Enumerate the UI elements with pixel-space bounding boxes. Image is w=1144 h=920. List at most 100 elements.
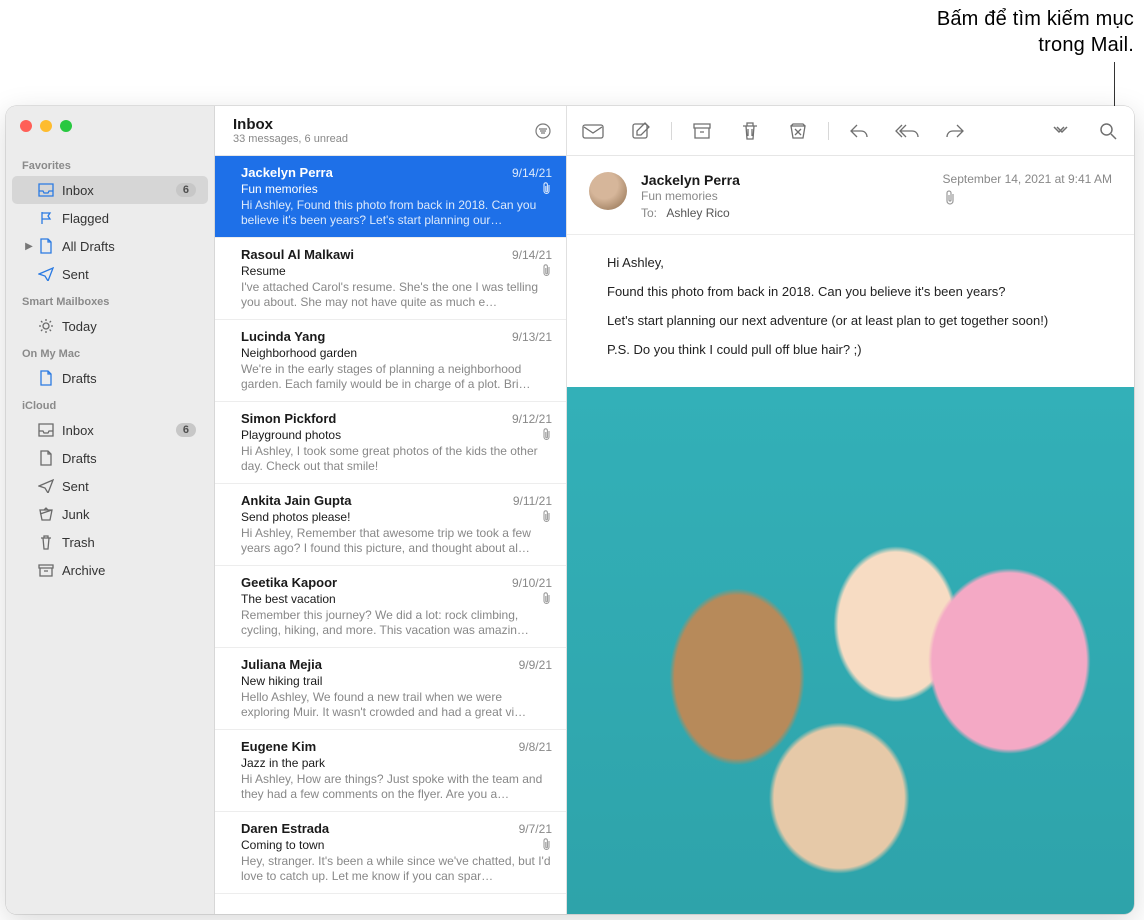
sidebar-item-icloud-inbox[interactable]: Inbox 6 bbox=[12, 416, 208, 444]
sidebar-label: Sent bbox=[56, 267, 196, 282]
sidebar-item-icloud-junk[interactable]: Junk bbox=[12, 500, 208, 528]
message-date: 9/14/21 bbox=[512, 248, 552, 262]
body-paragraph: P.S. Do you think I could pull off blue … bbox=[607, 342, 1106, 357]
sender-name: Juliana Mejia bbox=[241, 657, 519, 672]
message-preview: Hi Ashley, Remember that awesome trip we… bbox=[241, 526, 552, 556]
chevron-right-icon[interactable]: ▶ bbox=[22, 241, 36, 252]
filter-button[interactable] bbox=[532, 120, 554, 142]
sidebar-item-inbox[interactable]: Inbox 6 bbox=[12, 176, 208, 204]
drafts-icon bbox=[36, 450, 56, 466]
sidebar-label: Trash bbox=[56, 535, 196, 550]
sidebar-label: Flagged bbox=[56, 211, 196, 226]
sidebar-item-icloud-drafts[interactable]: Drafts bbox=[12, 444, 208, 472]
drafts-icon bbox=[36, 370, 56, 386]
more-button[interactable] bbox=[1048, 119, 1072, 143]
message-list-header: Inbox 33 messages, 6 unread bbox=[215, 106, 566, 156]
message-date: 9/12/21 bbox=[512, 412, 552, 426]
attached-photo[interactable] bbox=[567, 387, 1134, 914]
avatar[interactable] bbox=[589, 172, 627, 210]
message-preview: Hi Ashley, How are things? Just spoke wi… bbox=[241, 772, 552, 802]
minimize-window[interactable] bbox=[40, 120, 52, 132]
sidebar-item-icloud-archive[interactable]: Archive bbox=[12, 556, 208, 584]
message-subject: The best vacation bbox=[241, 592, 540, 606]
get-mail-button[interactable] bbox=[581, 119, 605, 143]
sender-name: Lucinda Yang bbox=[241, 329, 512, 344]
message-list-item[interactable]: Simon Pickford9/12/21Playground photosHi… bbox=[215, 402, 566, 484]
sender-name: Simon Pickford bbox=[241, 411, 512, 426]
reply-all-button[interactable] bbox=[895, 119, 919, 143]
attachment-icon bbox=[540, 182, 552, 196]
toolbar-separator bbox=[828, 122, 829, 140]
message-date: 9/11/21 bbox=[513, 494, 552, 508]
sidebar-label: Drafts bbox=[56, 451, 196, 466]
sidebar-label: Inbox bbox=[56, 183, 176, 198]
message-preview: Hey, stranger. It's been a while since w… bbox=[241, 854, 552, 884]
drafts-icon bbox=[36, 238, 56, 254]
message-list-item[interactable]: Geetika Kapoor9/10/21The best vacationRe… bbox=[215, 566, 566, 648]
body-paragraph: Hi Ashley, bbox=[607, 255, 1106, 270]
archive-icon bbox=[36, 563, 56, 577]
message-to[interactable]: Ashley Rico bbox=[666, 206, 729, 220]
message-date: 9/10/21 bbox=[512, 576, 552, 590]
sidebar-item-localdrafts[interactable]: Drafts bbox=[12, 364, 208, 392]
message-list: Inbox 33 messages, 6 unread Jackelyn Per… bbox=[215, 106, 567, 914]
callout-line1: Bấm để tìm kiếm mục bbox=[937, 6, 1134, 32]
forward-button[interactable] bbox=[943, 119, 967, 143]
toolbar-separator bbox=[671, 122, 672, 140]
sidebar-item-icloud-trash[interactable]: Trash bbox=[12, 528, 208, 556]
message-date: 9/7/21 bbox=[519, 822, 552, 836]
sidebar-item-icloud-sent[interactable]: Sent bbox=[12, 472, 208, 500]
sent-icon bbox=[36, 267, 56, 281]
unread-badge: 6 bbox=[176, 183, 196, 197]
message-list-item[interactable]: Lucinda Yang9/13/21Neighborhood gardenWe… bbox=[215, 320, 566, 402]
message-list-item[interactable]: Juliana Mejia9/9/21New hiking trailHello… bbox=[215, 648, 566, 730]
message-preview: We're in the early stages of planning a … bbox=[241, 362, 552, 392]
inbox-icon bbox=[36, 183, 56, 197]
sidebar-item-sent[interactable]: Sent bbox=[12, 260, 208, 288]
message-subject: Send photos please! bbox=[241, 510, 540, 524]
sidebar-item-today[interactable]: Today bbox=[12, 312, 208, 340]
sender-name: Eugene Kim bbox=[241, 739, 519, 754]
attachment-icon bbox=[540, 428, 552, 442]
sidebar-label: Inbox bbox=[56, 423, 176, 438]
message-list-item[interactable]: Eugene Kim9/8/21Jazz in the parkHi Ashle… bbox=[215, 730, 566, 812]
sender-name: Ankita Jain Gupta bbox=[241, 493, 513, 508]
attachment-icon[interactable] bbox=[943, 190, 1112, 206]
message-list-item[interactable]: Daren Estrada9/7/21Coming to townHey, st… bbox=[215, 812, 566, 894]
delete-button[interactable] bbox=[738, 119, 762, 143]
unread-badge: 6 bbox=[176, 423, 196, 437]
flag-icon bbox=[36, 211, 56, 225]
sender-name: Geetika Kapoor bbox=[241, 575, 512, 590]
message-date: 9/9/21 bbox=[519, 658, 552, 672]
junk-button[interactable] bbox=[786, 119, 810, 143]
zoom-window[interactable] bbox=[60, 120, 72, 132]
sent-icon bbox=[36, 479, 56, 493]
attachment-icon bbox=[540, 838, 552, 852]
message-list-item[interactable]: Jackelyn Perra9/14/21Fun memoriesHi Ashl… bbox=[215, 156, 566, 238]
sender-name: Rasoul Al Malkawi bbox=[241, 247, 512, 262]
close-window[interactable] bbox=[20, 120, 32, 132]
body-paragraph: Let's start planning our next adventure … bbox=[607, 313, 1106, 328]
sidebar-item-alldrafts[interactable]: ▶ All Drafts bbox=[12, 232, 208, 260]
mailbox-title: Inbox bbox=[233, 116, 532, 133]
sidebar-label: Archive bbox=[56, 563, 196, 578]
search-button[interactable] bbox=[1096, 119, 1120, 143]
message-header: Jackelyn Perra Fun memories To: Ashley R… bbox=[567, 156, 1134, 235]
window-controls bbox=[6, 114, 214, 152]
message-date: September 14, 2021 at 9:41 AM bbox=[943, 172, 1112, 186]
sidebar-label: Junk bbox=[56, 507, 196, 522]
message-subject: Coming to town bbox=[241, 838, 540, 852]
message-from[interactable]: Jackelyn Perra bbox=[641, 172, 929, 188]
attachment-icon bbox=[540, 264, 552, 278]
archive-button[interactable] bbox=[690, 119, 714, 143]
to-label: To: bbox=[641, 206, 657, 220]
message-list-item[interactable]: Rasoul Al Malkawi9/14/21ResumeI've attac… bbox=[215, 238, 566, 320]
callout-line2: trong Mail. bbox=[937, 32, 1134, 58]
message-list-item[interactable]: Ankita Jain Gupta9/11/21 Send photos plea… bbox=[215, 484, 566, 566]
sidebar-item-flagged[interactable]: Flagged bbox=[12, 204, 208, 232]
message-subject: New hiking trail bbox=[241, 674, 552, 688]
help-callout: Bấm để tìm kiếm mục trong Mail. bbox=[937, 6, 1134, 58]
compose-button[interactable] bbox=[629, 119, 653, 143]
reply-button[interactable] bbox=[847, 119, 871, 143]
reading-pane: Jackelyn Perra Fun memories To: Ashley R… bbox=[567, 106, 1134, 914]
